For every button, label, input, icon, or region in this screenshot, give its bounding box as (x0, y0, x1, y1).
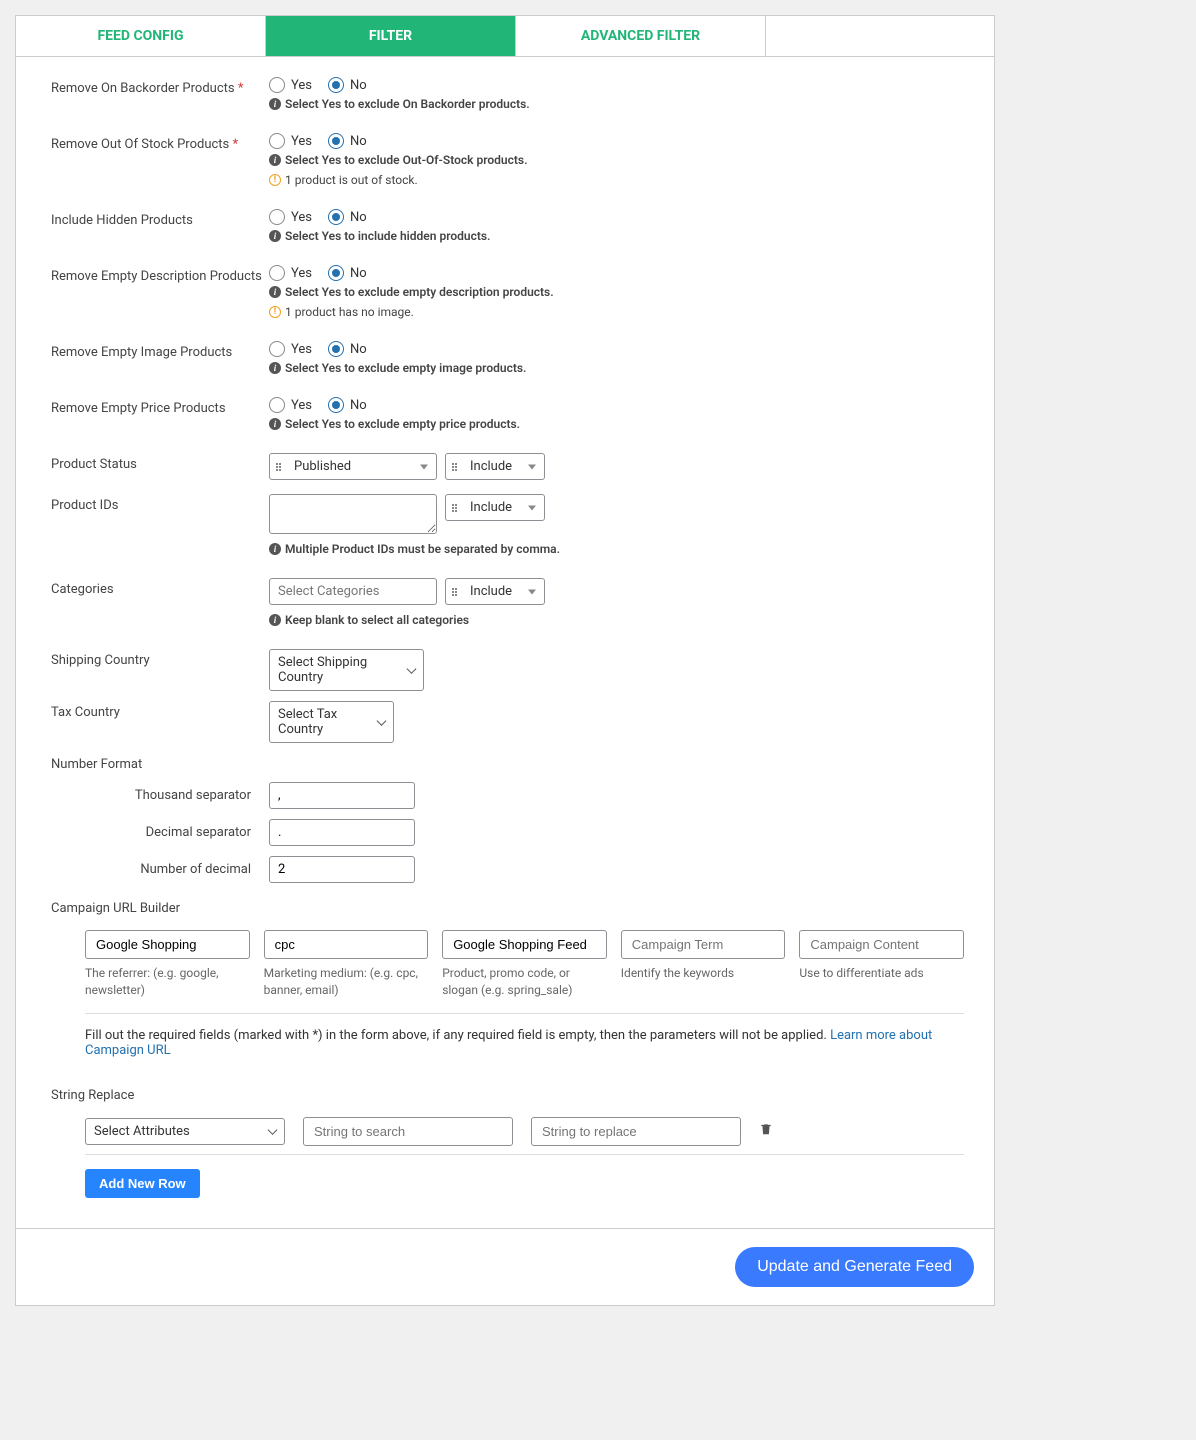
empty-desc-label: Remove Empty Description Products (51, 265, 269, 284)
backorder-hint: Select Yes to exclude On Backorder produ… (285, 97, 530, 111)
numfmt-label: Number Format (51, 753, 269, 772)
tab-filter[interactable]: FILTER (266, 16, 516, 56)
add-new-row-button[interactable]: Add New Row (85, 1169, 200, 1198)
oos-warn: 1 product is out of stock. (285, 173, 418, 187)
thousand-input[interactable] (269, 782, 415, 809)
tabs: FEED CONFIG FILTER ADVANCED FILTER (16, 16, 994, 57)
tax-label: Tax Country (51, 701, 269, 720)
info-icon: i (269, 543, 281, 555)
campaign-label: Campaign URL Builder (51, 901, 964, 916)
oos-hint: Select Yes to exclude Out-Of-Stock produ… (285, 153, 528, 167)
campaign-name-input[interactable] (442, 930, 607, 959)
info-icon: i (269, 98, 281, 110)
numdec-label: Number of decimal (51, 862, 269, 877)
oos-yes-radio[interactable] (269, 133, 285, 149)
campaign-name-desc: Product, promo code, or slogan (e.g. spr… (442, 965, 607, 999)
campaign-term-input[interactable] (621, 930, 786, 959)
thousand-label: Thousand separator (51, 788, 269, 803)
sr-replace-input[interactable] (531, 1117, 741, 1146)
empty-desc-yes-radio[interactable] (269, 265, 285, 281)
campaign-content-input[interactable] (799, 930, 964, 959)
decimal-label: Decimal separator (51, 825, 269, 840)
empty-img-yes-radio[interactable] (269, 341, 285, 357)
campaign-source-input[interactable] (85, 930, 250, 959)
empty-desc-hint: Select Yes to exclude empty description … (285, 285, 554, 299)
backorder-label: Remove On Backorder Products (51, 81, 235, 96)
oos-no-radio[interactable] (328, 133, 344, 149)
info-icon: i (269, 286, 281, 298)
shipping-label: Shipping Country (51, 649, 269, 668)
status-label: Product Status (51, 453, 269, 472)
hidden-label: Include Hidden Products (51, 209, 269, 228)
info-icon: i (269, 614, 281, 626)
radio-no-label: No (350, 78, 367, 93)
empty-img-label: Remove Empty Image Products (51, 341, 269, 360)
decimal-input[interactable] (269, 819, 415, 846)
ids-label: Product IDs (51, 494, 269, 513)
string-replace-label: String Replace (51, 1088, 964, 1103)
info-icon: i (269, 230, 281, 242)
empty-desc-warn: 1 product has no image. (285, 305, 414, 319)
numdec-input[interactable] (269, 856, 415, 883)
campaign-note: Fill out the required fields (marked wit… (85, 1028, 830, 1043)
update-generate-button[interactable]: Update and Generate Feed (735, 1247, 974, 1287)
sr-attr-select[interactable]: Select Attributes (85, 1118, 285, 1145)
tab-advanced-filter[interactable]: ADVANCED FILTER (516, 16, 766, 56)
info-icon: i (269, 154, 281, 166)
trash-icon[interactable] (759, 1122, 773, 1140)
tax-select[interactable]: Select Tax Country (269, 701, 394, 743)
ids-hint: Multiple Product IDs must be separated b… (285, 542, 560, 556)
warning-icon: ! (269, 306, 281, 318)
hidden-no-radio[interactable] (328, 209, 344, 225)
hidden-yes-radio[interactable] (269, 209, 285, 225)
empty-img-hint: Select Yes to exclude empty image produc… (285, 361, 526, 375)
empty-desc-no-radio[interactable] (328, 265, 344, 281)
campaign-medium-desc: Marketing medium: (e.g. cpc, banner, ema… (264, 965, 429, 999)
categories-label: Categories (51, 578, 269, 597)
empty-price-label: Remove Empty Price Products (51, 397, 269, 416)
status-mode-select[interactable]: Include (445, 453, 545, 480)
radio-yes-label: Yes (291, 78, 312, 93)
backorder-no-radio[interactable] (328, 77, 344, 93)
warning-icon: ! (269, 174, 281, 186)
campaign-term-desc: Identify the keywords (621, 965, 786, 982)
categories-hint: Keep blank to select all categories (285, 613, 469, 627)
categories-select[interactable]: Select Categories (269, 578, 437, 605)
categories-mode-select[interactable]: Include (445, 578, 545, 605)
ids-mode-select[interactable]: Include (445, 494, 545, 521)
shipping-select[interactable]: Select Shipping Country (269, 649, 424, 691)
campaign-content-desc: Use to differentiate ads (799, 965, 964, 982)
empty-price-yes-radio[interactable] (269, 397, 285, 413)
hidden-hint: Select Yes to include hidden products. (285, 229, 490, 243)
oos-label: Remove Out Of Stock Products (51, 137, 229, 152)
campaign-source-desc: The referrer: (e.g. google, newsletter) (85, 965, 250, 999)
backorder-yes-radio[interactable] (269, 77, 285, 93)
sr-search-input[interactable] (303, 1117, 513, 1146)
info-icon: i (269, 362, 281, 374)
campaign-medium-input[interactable] (264, 930, 429, 959)
info-icon: i (269, 418, 281, 430)
status-select[interactable]: Published (269, 453, 437, 480)
tab-feed-config[interactable]: FEED CONFIG (16, 16, 266, 56)
empty-price-no-radio[interactable] (328, 397, 344, 413)
ids-input[interactable] (269, 494, 437, 534)
empty-img-no-radio[interactable] (328, 341, 344, 357)
empty-price-hint: Select Yes to exclude empty price produc… (285, 417, 520, 431)
